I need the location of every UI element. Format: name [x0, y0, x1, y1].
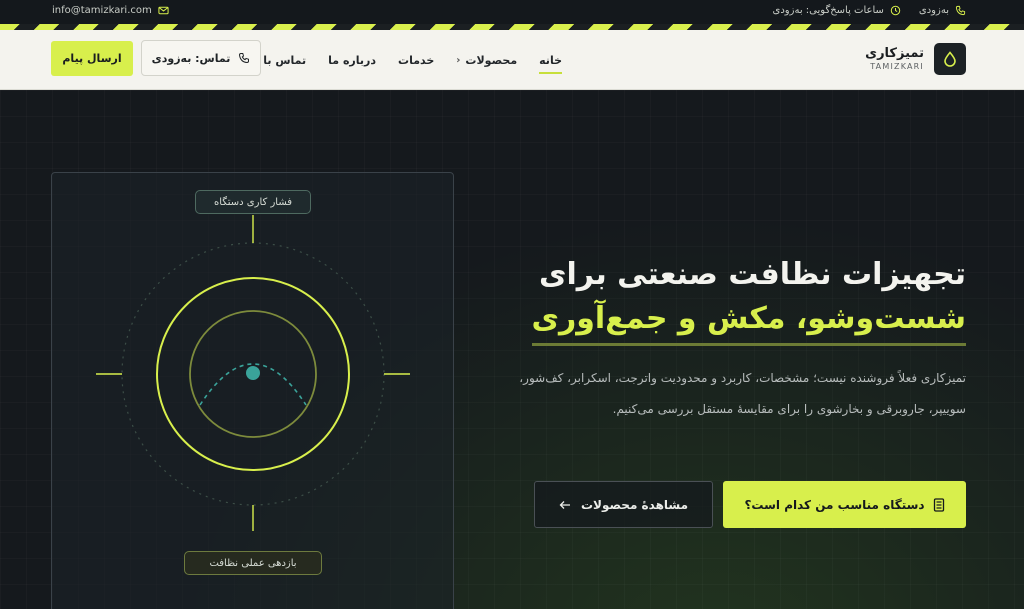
gauge-graphic	[96, 215, 410, 531]
nav-services[interactable]: خدمات	[398, 30, 434, 90]
calculator-icon	[933, 497, 944, 512]
site-header: تمیزکاری TAMIZKARI خانه محصولات ‹ خدمات د…	[0, 30, 1024, 90]
hero-title: تجهیزات نظافت صنعتی برای	[539, 257, 966, 292]
hero-title-highlight: شست‌وشو، مکش و جمع‌آوری	[531, 297, 966, 346]
clock-icon	[890, 5, 901, 16]
hero-description: تمیزکاری فعلاً فروشنده نیست؛ مشخصات، کار…	[519, 371, 966, 416]
send-message-label: ارسال پیام	[62, 52, 122, 65]
nav-products[interactable]: محصولات ‹	[456, 30, 517, 90]
find-device-label: دستگاه مناسب من کدام است؟	[744, 497, 925, 512]
call-button[interactable]: تماس: به‌زودی	[141, 40, 261, 76]
panel-label-efficiency: بازدهی عملی نظافت	[184, 551, 322, 575]
drop-icon	[934, 43, 966, 75]
topbar-phone-text: به‌زودی	[918, 5, 949, 16]
find-device-button[interactable]: دستگاه مناسب من کدام است؟	[723, 481, 966, 528]
logo-subtitle: TAMIZKARI	[870, 62, 924, 71]
topbar-hours: ساعات پاسخ‌گویی: به‌زودی	[773, 5, 901, 16]
gauge-needle-dot	[246, 366, 260, 380]
nav-home-label: خانه	[539, 53, 562, 67]
phone-icon	[955, 5, 966, 16]
gauge-panel: فشار کاری دستگاه بازدهی عملی نظافت	[51, 172, 454, 609]
top-bar: info@tamizkari.com به‌زودی ساعات پاسخ‌گو…	[0, 0, 1024, 24]
nav-about[interactable]: درباره ما	[328, 30, 376, 90]
nav-products-label: محصولات	[465, 53, 518, 67]
send-message-button[interactable]: ارسال پیام	[51, 41, 133, 76]
topbar-email[interactable]: info@tamizkari.com	[52, 5, 169, 16]
logo-title: تمیزکاری	[865, 46, 924, 61]
topbar-phone[interactable]: به‌زودی	[919, 5, 966, 16]
call-button-label: تماس: به‌زودی	[151, 51, 231, 65]
arrow-left-icon	[559, 500, 570, 509]
view-products-label: مشاهدهٔ محصولات	[580, 497, 689, 512]
phone-icon	[239, 53, 250, 64]
main-nav: خانه محصولات ‹ خدمات درباره ما تماس با ما	[248, 30, 562, 90]
nav-services-label: خدمات	[398, 53, 435, 67]
topbar-email-text[interactable]: info@tamizkari.com	[52, 5, 152, 16]
view-products-button[interactable]: مشاهدهٔ محصولات	[534, 481, 713, 528]
mail-icon	[158, 6, 169, 15]
chevron-left-icon: ‹	[456, 54, 461, 66]
nav-about-label: درباره ما	[328, 53, 377, 67]
panel-label-pressure: فشار کاری دستگاه	[195, 190, 311, 214]
nav-home[interactable]: خانه	[539, 30, 562, 90]
site-logo[interactable]: تمیزکاری TAMIZKARI	[865, 43, 966, 75]
topbar-hours-text: ساعات پاسخ‌گویی: به‌زودی	[772, 5, 884, 16]
hero-section: فشار کاری دستگاه بازدهی عملی نظافت تجهیز…	[0, 90, 1024, 609]
